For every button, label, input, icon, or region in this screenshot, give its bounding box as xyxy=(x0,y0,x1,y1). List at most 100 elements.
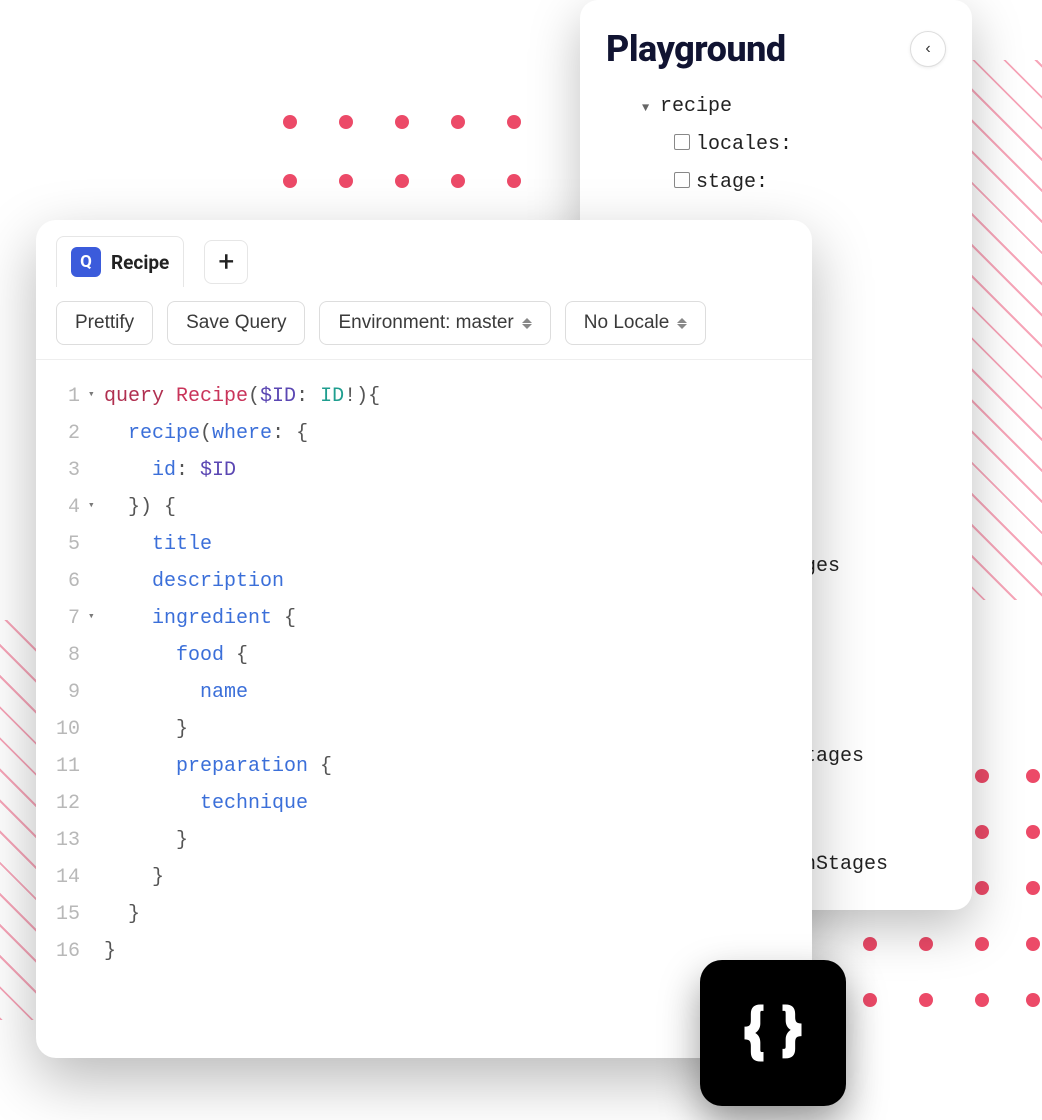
fold-toggle xyxy=(88,711,104,748)
code-line: 5 title xyxy=(36,526,812,563)
line-number: 2 xyxy=(36,415,88,452)
query-editor-panel: Q Recipe + Prettify Save Query Environme… xyxy=(36,220,812,1058)
code-content: preparation { xyxy=(104,748,332,785)
dot-icon xyxy=(1026,825,1040,839)
dot-icon xyxy=(863,993,877,1007)
code-line: 16} xyxy=(36,933,812,970)
line-number: 6 xyxy=(36,563,88,600)
dot-icon xyxy=(863,937,877,951)
code-line: 3 id: $ID xyxy=(36,452,812,489)
line-number: 7 xyxy=(36,600,88,637)
sort-icon xyxy=(522,318,532,329)
code-line: 6 description xyxy=(36,563,812,600)
editor-tabs: Q Recipe + xyxy=(36,220,812,287)
dot-icon xyxy=(1026,993,1040,1007)
code-line: 11 preparation { xyxy=(36,748,812,785)
code-line: 1▾query Recipe($ID: ID!){ xyxy=(36,378,812,415)
dot-icon xyxy=(507,174,521,188)
tree-node-locales[interactable]: locales: xyxy=(642,126,946,164)
code-content: }) { xyxy=(104,489,176,526)
fold-toggle[interactable]: ▾ xyxy=(88,489,104,526)
line-number: 10 xyxy=(36,711,88,748)
fold-toggle xyxy=(88,785,104,822)
chevron-left-icon: ‹ xyxy=(925,40,930,58)
code-content: recipe(where: { xyxy=(104,415,308,452)
dot-icon xyxy=(395,174,409,188)
code-content: id: $ID xyxy=(104,452,236,489)
dot-icon xyxy=(975,937,989,951)
fold-toggle xyxy=(88,933,104,970)
dot-icon xyxy=(1026,769,1040,783)
dot-icon xyxy=(919,937,933,951)
line-number: 1 xyxy=(36,378,88,415)
code-content: query Recipe($ID: ID!){ xyxy=(104,378,380,415)
prettify-button[interactable]: Prettify xyxy=(56,301,153,345)
fold-toggle xyxy=(88,748,104,785)
fold-toggle[interactable]: ▾ xyxy=(88,600,104,637)
fold-toggle xyxy=(88,452,104,489)
tab-recipe[interactable]: Q Recipe xyxy=(56,236,184,287)
sort-icon xyxy=(677,318,687,329)
code-line: 14 } xyxy=(36,859,812,896)
code-editor[interactable]: 1▾query Recipe($ID: ID!){2 recipe(where:… xyxy=(36,360,812,990)
dot-icon xyxy=(975,769,989,783)
fold-toggle xyxy=(88,896,104,933)
fold-toggle[interactable]: ▾ xyxy=(88,378,104,415)
line-number: 13 xyxy=(36,822,88,859)
code-content: title xyxy=(104,526,212,563)
fold-toggle xyxy=(88,526,104,563)
plus-icon: + xyxy=(218,245,234,278)
braces-icon xyxy=(735,995,811,1071)
editor-toolbar: Prettify Save Query Environment: master … xyxy=(36,287,812,360)
fold-toggle xyxy=(88,822,104,859)
dot-icon xyxy=(507,115,521,129)
code-line: 15 } xyxy=(36,896,812,933)
code-line: 13 } xyxy=(36,822,812,859)
code-content: description xyxy=(104,563,284,600)
code-line: 2 recipe(where: { xyxy=(36,415,812,452)
dot-icon xyxy=(975,993,989,1007)
line-number: 11 xyxy=(36,748,88,785)
dot-icon xyxy=(1026,937,1040,951)
code-braces-badge xyxy=(700,960,846,1106)
tree-node-stage[interactable]: stage: xyxy=(642,164,946,202)
fold-toggle xyxy=(88,637,104,674)
dot-icon xyxy=(451,174,465,188)
dot-icon xyxy=(395,115,409,129)
dot-icon xyxy=(283,115,297,129)
code-content: } xyxy=(104,822,188,859)
fold-toggle xyxy=(88,674,104,711)
tree-node-recipe[interactable]: ▼recipe xyxy=(642,88,946,126)
code-content: technique xyxy=(104,785,308,822)
dot-icon xyxy=(919,993,933,1007)
dot-icon xyxy=(975,881,989,895)
dot-icon xyxy=(975,825,989,839)
playground-title: Playground xyxy=(606,28,786,70)
fold-toggle xyxy=(88,563,104,600)
code-content: name xyxy=(104,674,248,711)
line-number: 12 xyxy=(36,785,88,822)
collapse-button[interactable]: ‹ xyxy=(910,31,946,67)
code-line: 4▾ }) { xyxy=(36,489,812,526)
locale-select[interactable]: No Locale xyxy=(565,301,707,345)
code-line: 10 } xyxy=(36,711,812,748)
code-content: } xyxy=(104,711,188,748)
line-number: 8 xyxy=(36,637,88,674)
environment-select[interactable]: Environment: master xyxy=(319,301,550,345)
schema-tree: ▼recipe locales: stage: tages nStages At… xyxy=(606,88,946,202)
line-number: 14 xyxy=(36,859,88,896)
line-number: 5 xyxy=(36,526,88,563)
code-line: 7▾ ingredient { xyxy=(36,600,812,637)
code-content: ingredient { xyxy=(104,600,296,637)
save-query-button[interactable]: Save Query xyxy=(167,301,305,345)
code-line: 8 food { xyxy=(36,637,812,674)
new-tab-button[interactable]: + xyxy=(204,240,248,284)
code-line: 9 name xyxy=(36,674,812,711)
dot-icon xyxy=(283,174,297,188)
dot-icon xyxy=(451,115,465,129)
code-line: 12 technique xyxy=(36,785,812,822)
fold-toggle xyxy=(88,859,104,896)
line-number: 9 xyxy=(36,674,88,711)
code-content: } xyxy=(104,896,140,933)
line-number: 15 xyxy=(36,896,88,933)
